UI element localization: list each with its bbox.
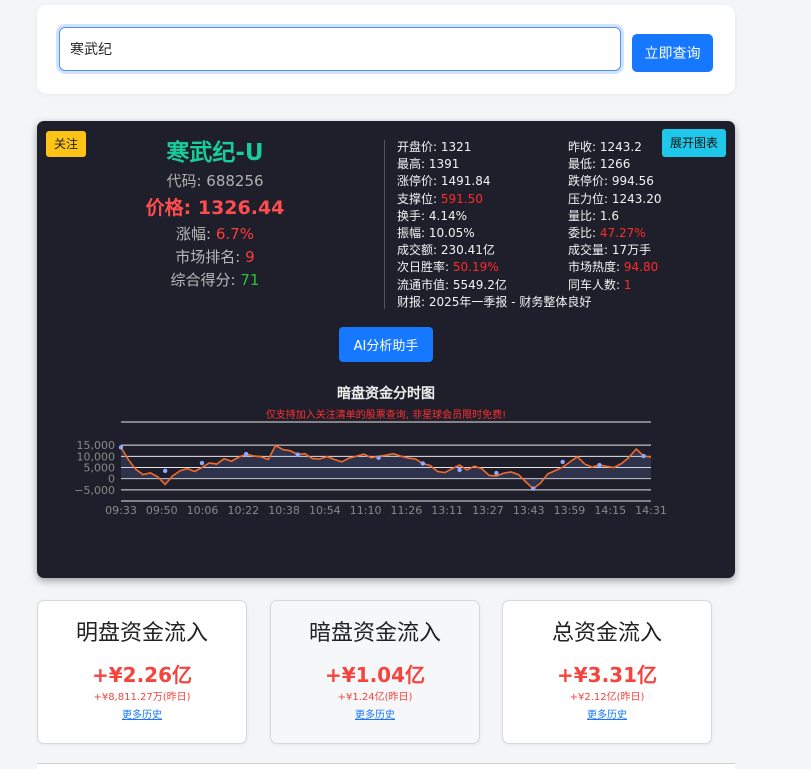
data-point bbox=[376, 455, 381, 460]
flow-value: +¥2.26亿 bbox=[91, 663, 193, 687]
metric-item: 成交量: 17万手 bbox=[568, 243, 652, 258]
flow-title: 明盘资金流入 bbox=[75, 621, 208, 646]
x-tick-label: 09:33 bbox=[105, 504, 137, 517]
data-point bbox=[457, 467, 462, 473]
data-point bbox=[162, 468, 168, 474]
flow-card: 暗盘资金流入 +¥1.04亿 +¥1.24亿(昨日) 更多历史 bbox=[270, 600, 480, 744]
x-tick-label: 10:22 bbox=[227, 504, 259, 517]
more-history-link[interactable]: 更多历史 bbox=[38, 709, 246, 723]
metric-item: 委比: 47.27% bbox=[568, 226, 646, 241]
query-button[interactable]: 立即查询 bbox=[632, 34, 713, 72]
flow-title: 暗盘资金流入 bbox=[308, 621, 441, 646]
x-tick-label: 10:06 bbox=[187, 504, 219, 517]
metric-item: 量比: 1.6 bbox=[568, 208, 619, 223]
metric-item: 振幅: 10.05% bbox=[397, 226, 475, 241]
dark-pool-flow-chart: 15,00010,0005,0000−5,00009:33 09:50 10:06 1… bbox=[74, 421, 667, 517]
data-point bbox=[118, 445, 124, 450]
flow-value: +¥1.04亿 bbox=[324, 663, 426, 687]
data-point bbox=[243, 451, 249, 457]
data-point bbox=[199, 460, 205, 466]
metric-item: 涨停价: 1491.84 bbox=[397, 174, 491, 189]
metric-item: 压力位: 1243.20 bbox=[568, 191, 662, 206]
metric-item: 同车人数: 1 bbox=[568, 277, 632, 292]
metric-item: 昨收: 1243.2 bbox=[568, 140, 642, 154]
data-point bbox=[641, 453, 646, 459]
y-tick-label: −5,000 bbox=[74, 484, 115, 497]
metric-item: 次日胜率: 50.19% bbox=[397, 260, 499, 275]
metric-item: 最高: 1391 bbox=[397, 157, 460, 172]
rank-row: 市场排名: 9 bbox=[175, 248, 255, 266]
more-history-link[interactable]: 更多历史 bbox=[503, 709, 711, 723]
stock-code: 代码: 688256 bbox=[166, 172, 264, 190]
data-point bbox=[494, 470, 499, 476]
x-tick-label: 14:15 bbox=[594, 504, 626, 517]
chart-title: 暗盘资金分时图 bbox=[337, 386, 435, 402]
data-point bbox=[420, 461, 426, 466]
data-point bbox=[295, 452, 300, 457]
x-tick-label: 14:31 bbox=[635, 504, 667, 517]
metric-item: 市场热度: 94.80 bbox=[568, 260, 659, 275]
x-tick-label: 09:50 bbox=[146, 504, 178, 517]
follow-button[interactable]: 关注 bbox=[46, 131, 87, 157]
metric-item: 跌停价: 994.56 bbox=[568, 174, 654, 189]
search-card: 立即查询 bbox=[37, 5, 735, 94]
x-tick-label: 11:26 bbox=[391, 504, 423, 517]
metric-item: 支撑位: 591.50 bbox=[397, 191, 483, 206]
x-tick-label: 10:38 bbox=[268, 504, 300, 517]
flow-yesterday: +¥2.12亿(昨日) bbox=[569, 692, 645, 703]
stock-panel: 关注 展开图表 寒武纪-U 代码: 688256 价格: 1326.44 涨幅:… bbox=[37, 121, 735, 578]
stock-search-input[interactable] bbox=[59, 27, 621, 71]
ai-analysis-button[interactable]: AI分析助手 bbox=[339, 327, 433, 362]
divider bbox=[384, 140, 385, 309]
flow-yesterday: +¥1.24亿(昨日) bbox=[337, 692, 413, 703]
x-tick-label: 13:27 bbox=[472, 504, 504, 517]
flow-card: 总资金流入 +¥3.31亿 +¥2.12亿(昨日) 更多历史 bbox=[502, 600, 712, 744]
metric-item: 流通市值: 5549.2亿 bbox=[397, 277, 507, 292]
metric-item: 最低: 1266 bbox=[568, 157, 631, 172]
bottom-table-edge bbox=[37, 763, 735, 769]
stock-summary: 寒武纪-U 代码: 688256 价格: 1326.44 涨幅: 6.7% 市场… bbox=[127, 137, 303, 292]
metric-item: 成交额: 230.41亿 bbox=[397, 243, 495, 258]
metric-item: 换手: 4.14% bbox=[397, 208, 467, 223]
chart-notice: 仅支持加入关注清单的股票查询, 非星球会员限时免费! bbox=[265, 410, 507, 421]
change-row: 涨幅: 6.7% bbox=[176, 225, 254, 243]
x-tick-label: 13:11 bbox=[431, 504, 463, 517]
flow-card: 明盘资金流入 +¥2.26亿 +¥8,811.27万(昨日) 更多历史 bbox=[37, 600, 247, 744]
x-tick-label: 11:10 bbox=[350, 504, 382, 517]
more-history-link[interactable]: 更多历史 bbox=[271, 709, 479, 723]
x-tick-label: 13:43 bbox=[513, 504, 545, 517]
flow-yesterday: +¥8,811.27万(昨日) bbox=[93, 692, 191, 703]
score-row: 综合得分: 71 bbox=[170, 271, 260, 289]
financial-report: 财报: 2025年一季报 - 财务整体良好 bbox=[397, 294, 592, 309]
x-tick-label: 13:59 bbox=[554, 504, 586, 517]
data-point bbox=[531, 486, 536, 491]
data-point bbox=[597, 462, 602, 468]
metric-item: 开盘价: 1321 bbox=[397, 140, 472, 154]
x-tick-label: 10:54 bbox=[309, 504, 341, 517]
metrics-grid: 开盘价: 1321 昨收: 1243.2 最高: 1391 最低: 1266 涨停价: … bbox=[397, 139, 727, 311]
flow-value: +¥3.31亿 bbox=[556, 663, 658, 687]
data-point bbox=[560, 459, 565, 465]
flow-title: 总资金流入 bbox=[551, 621, 662, 646]
stock-name: 寒武纪-U bbox=[166, 140, 264, 166]
stock-price: 价格: 1326.44 bbox=[145, 197, 285, 219]
